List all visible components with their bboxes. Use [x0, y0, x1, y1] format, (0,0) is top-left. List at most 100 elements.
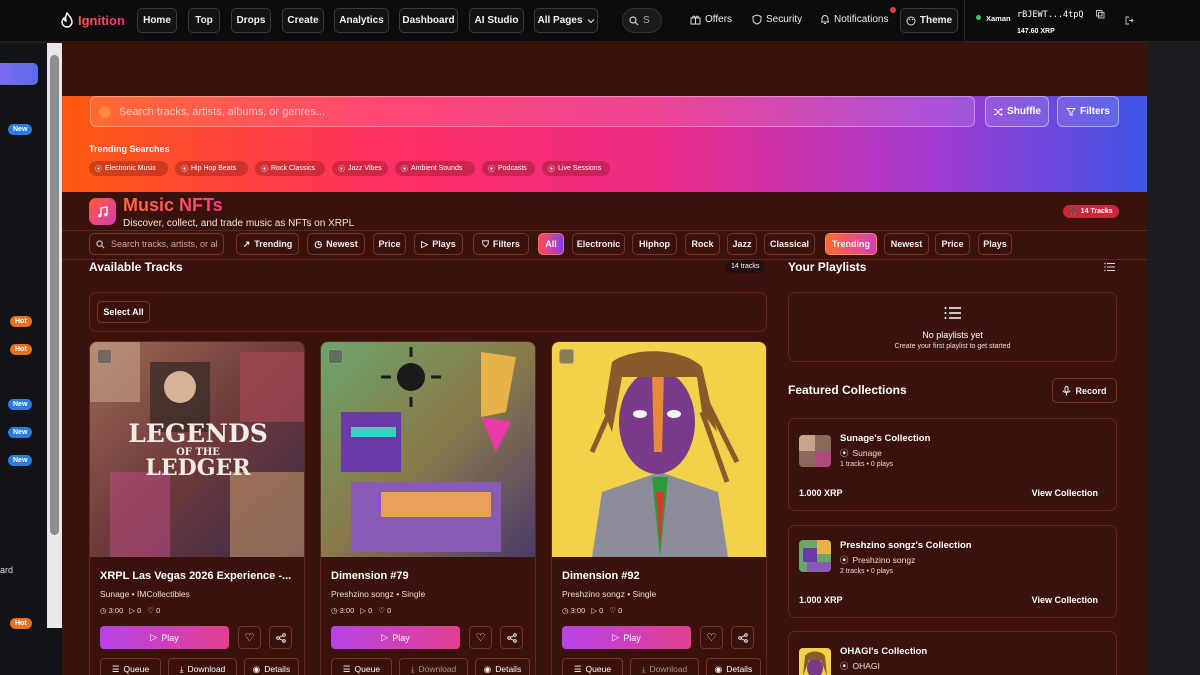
list-icon: ☰ — [573, 663, 582, 674]
trending-chip[interactable]: ⦿ Podcasts — [482, 161, 535, 176]
wallet-panel[interactable]: Xaman rBJEWT...4tpQ 147.60 XRP — [964, 0, 1147, 42]
like-button[interactable]: ♡ — [238, 626, 261, 649]
view-collection-link[interactable]: View Collection — [1032, 595, 1098, 605]
track-title[interactable]: Dimension #79 — [331, 570, 531, 582]
track-artwork[interactable] — [552, 342, 766, 557]
shuffle-button[interactable]: Shuffle — [985, 96, 1049, 127]
offers-link[interactable]: Offers — [690, 14, 732, 25]
trending-chip[interactable]: ⦿ Rock Classics — [255, 161, 325, 176]
trending-chip[interactable]: ⦿ Electronic Music — [89, 161, 168, 176]
queue-label: Queue — [123, 664, 150, 674]
queue-button[interactable]: ☰ Queue — [100, 658, 161, 675]
like-button[interactable]: ♡ — [469, 626, 492, 649]
hot-badge: Hot — [10, 618, 32, 629]
share-button[interactable] — [731, 626, 754, 649]
genre-all[interactable]: All — [538, 233, 564, 255]
list-icon[interactable] — [1104, 262, 1116, 272]
plays-stat: ▷ 0 — [591, 606, 603, 615]
notifications-link[interactable]: Notifications — [820, 14, 888, 25]
track-artwork[interactable] — [321, 342, 535, 557]
select-checkbox[interactable] — [328, 349, 343, 364]
select-checkbox[interactable] — [97, 349, 112, 364]
play-button[interactable]: ▷ Play — [100, 626, 229, 649]
queue-button[interactable]: ☰ Queue — [331, 658, 392, 675]
queue-button[interactable]: ☰ Queue — [562, 658, 623, 675]
download-button[interactable]: ⤓ Download — [399, 658, 468, 675]
play-button[interactable]: ▷ Play — [562, 626, 691, 649]
genre-rock[interactable]: Rock — [685, 233, 720, 255]
copy-icon[interactable] — [1096, 10, 1105, 19]
tab-newest[interactable]: Newest — [884, 233, 929, 255]
select-checkbox[interactable] — [559, 349, 574, 364]
nav-home[interactable]: Home — [137, 8, 177, 33]
hero-search-input[interactable]: Search tracks, artists, albums, or genre… — [90, 96, 975, 127]
download-button[interactable]: ⤓ Download — [168, 658, 237, 675]
details-button[interactable]: ◉ Details — [706, 658, 761, 675]
scrollbar-thumb[interactable] — [50, 55, 59, 535]
sort-newest-button[interactable]: ◷ Newest — [307, 233, 365, 255]
track-title[interactable]: XRPL Las Vegas 2026 Experience -... — [100, 570, 300, 582]
tab-plays[interactable]: Plays — [978, 233, 1012, 255]
nav-create[interactable]: Create — [282, 8, 324, 33]
logout-icon[interactable] — [1125, 16, 1134, 25]
select-all-button[interactable]: Select All — [97, 301, 150, 323]
tab-trending[interactable]: Trending — [825, 233, 877, 255]
genre-jazz[interactable]: Jazz — [727, 233, 757, 255]
antenna-icon: ⦿ — [181, 165, 188, 173]
art-text-ledger: LEDGER — [145, 455, 251, 481]
nav-analytics[interactable]: Analytics — [334, 8, 389, 33]
details-button[interactable]: ◉ Details — [475, 658, 530, 675]
tab-price[interactable]: Price — [935, 233, 970, 255]
details-label: Details — [495, 664, 522, 674]
download-button[interactable]: ⤓ Download — [630, 658, 699, 675]
genre-hiphop[interactable]: Hiphop — [632, 233, 677, 255]
track-card[interactable]: Dimension #79 Preshzino songz • Single ◷… — [320, 341, 536, 675]
top-search-input[interactable]: S — [622, 8, 662, 33]
trending-chip-label: Podcasts — [498, 165, 527, 172]
track-stats: ◷ 3:00 ▷ 0 ♡ 0 — [331, 606, 391, 615]
sidebar-item-label[interactable]: ard — [0, 565, 13, 575]
trending-chip[interactable]: ⦿ Jazz Vibes — [332, 161, 388, 176]
track-card[interactable]: Dimension #92 Preshzino songz • Single ◷… — [551, 341, 767, 675]
like-button[interactable]: ♡ — [700, 626, 723, 649]
sort-plays-button[interactable]: ▷ Plays — [414, 233, 463, 255]
sort-price-button[interactable]: Price — [373, 233, 406, 255]
genre-classical[interactable]: Classical — [764, 233, 815, 255]
record-button[interactable]: Record — [1052, 378, 1117, 403]
trending-chip[interactable]: ⦿ Hip Hop Beats — [175, 161, 248, 176]
sidebar-active-item[interactable] — [0, 63, 38, 85]
share-icon — [506, 632, 517, 643]
filters-button[interactable]: ⛉ Filters — [473, 233, 529, 255]
theme-button[interactable]: Theme — [900, 8, 958, 33]
nav-all-pages[interactable]: All Pages — [534, 8, 598, 33]
nav-dashboard[interactable]: Dashboard — [399, 8, 458, 33]
app-logo[interactable]: Ignition — [60, 12, 125, 28]
share-button[interactable] — [269, 626, 292, 649]
collection-stats: 1 tracks • 0 plays — [840, 461, 894, 468]
security-link[interactable]: Security — [752, 14, 802, 25]
share-button[interactable] — [500, 626, 523, 649]
nav-drops[interactable]: Drops — [231, 8, 271, 33]
collection-card[interactable]: Sunage's Collection ⦿ Sunage 1 tracks • 0… — [788, 418, 1117, 511]
track-title[interactable]: Dimension #92 — [562, 570, 762, 582]
trending-chip[interactable]: ⦿ Live Sessions — [542, 161, 610, 176]
view-collection-link[interactable]: View Collection — [1032, 488, 1098, 498]
genre-electronic[interactable]: Electronic — [572, 233, 625, 255]
sort-trending-button[interactable]: ↗ Trending — [236, 233, 299, 255]
antenna-icon: ⦿ — [488, 165, 495, 173]
play-button[interactable]: ▷ Play — [331, 626, 460, 649]
track-stats: ◷ 3:00 ▷ 0 ♡ 0 — [562, 606, 622, 615]
collection-card[interactable]: OHAGI's Collection ⦿ OHAGI — [788, 631, 1117, 675]
sidebar-scrollbar[interactable] — [47, 43, 62, 628]
duration-stat: ◷ 3:00 — [100, 606, 123, 615]
trending-chip[interactable]: ⦿ Ambient Sounds — [395, 161, 475, 176]
track-search-input[interactable]: Search tracks, artists, or al — [89, 233, 224, 255]
collection-card[interactable]: Preshzino songz's Collection ⦿ Preshzino … — [788, 525, 1117, 618]
hero-filters-button[interactable]: Filters — [1057, 96, 1119, 127]
collection-thumbnail — [799, 540, 831, 572]
track-artwork[interactable]: LEGENDS OF THE LEDGER — [90, 342, 304, 557]
track-card[interactable]: LEGENDS OF THE LEDGER XRPL Las Vegas 202… — [89, 341, 305, 675]
nav-ai-studio[interactable]: AI Studio — [469, 8, 524, 33]
nav-top[interactable]: Top — [188, 8, 220, 33]
details-button[interactable]: ◉ Details — [244, 658, 299, 675]
